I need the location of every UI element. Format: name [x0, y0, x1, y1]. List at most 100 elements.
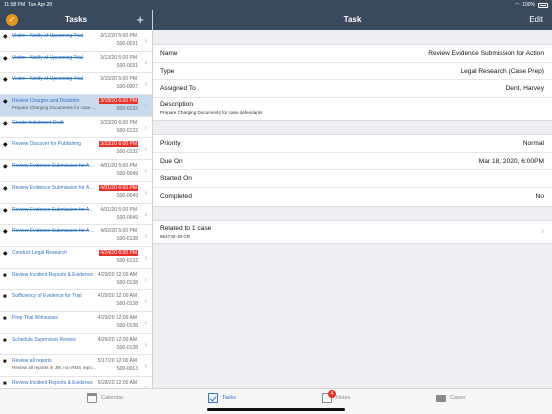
diamond-bullet-icon: ◆	[3, 77, 8, 84]
related-case-row[interactable]: Related to 1 case 564732-18-CR ›	[153, 221, 552, 243]
task-row[interactable]: ■ Sufficiency of Evidence for Trial 4/29/2…	[0, 290, 152, 312]
task-due-date: 3/12/20 5:00 PM	[100, 33, 137, 39]
task-list[interactable]: ◆ Victim - Notify of Upcoming Trial 3/12/2…	[0, 30, 152, 388]
task-subtitle: Prepare Charging Documents for case d...	[12, 104, 98, 110]
task-case-code: S00-0138	[116, 344, 138, 351]
task-title: Sufficiency of Evidence for Trial	[12, 293, 82, 300]
task-title: Victim - Notify of Upcoming Trial	[12, 33, 84, 39]
diamond-bullet-icon: ◆	[3, 55, 8, 62]
task-due-date: 4/29/20 12:00 AM	[97, 336, 137, 343]
task-row[interactable]: ■ Prep Trial Witnesses 4/29/20 12:00 AM S00…	[0, 311, 152, 334]
task-row[interactable]: ◆ Review Evidence Submission for Action 4/…	[0, 160, 152, 182]
task-row[interactable]: ◆ Create Indictment Draft 3/23/20 6:00 PM S…	[0, 116, 152, 139]
task-row[interactable]: ◆ Victim - Notify of Upcoming Trial 3/13/2…	[0, 51, 152, 74]
task-due-date: 3/23/20 6:00 PM	[100, 119, 137, 126]
name-value: Review Evidence Submission for Action	[428, 50, 544, 57]
square-bullet-icon: ■	[3, 294, 7, 301]
task-row[interactable]: ◆ Victim - Notify of Upcoming Trial 3/15/2…	[0, 73, 152, 96]
assigned-to-value: Dent, Harvey	[505, 85, 544, 93]
task-due-date: 3/23/20 6:00 PM	[99, 141, 138, 148]
diamond-bullet-icon: ◆	[3, 164, 8, 171]
tab-tasks[interactable]: Tasks	[208, 393, 236, 403]
square-bullet-icon: ■	[3, 359, 7, 366]
tab-cases[interactable]: Cases	[436, 393, 466, 402]
chevron-right-icon: ›	[144, 339, 147, 349]
completed-value: No	[535, 193, 544, 201]
task-due-date: 4/29/20 12:00 AM	[97, 293, 137, 300]
diamond-bullet-icon: ◆	[3, 99, 8, 106]
tasks-nav-bar: ✓ Tasks +	[0, 10, 152, 30]
task-due-date: 3/15/20 5:00 PM	[100, 76, 137, 83]
task-due-date: 3/13/20 5:00 PM	[100, 54, 137, 61]
task-title: Schedule Supervisor Review	[12, 336, 76, 343]
task-title: Review Charges and Dictation	[12, 98, 80, 105]
task-due-date: 3/18/20 6:00 PM	[99, 98, 138, 105]
task-row[interactable]: ◆ Review Charges and Dictation Prepare Cha…	[0, 95, 152, 117]
task-title: Victim - Notify of Upcoming Trial	[12, 76, 84, 83]
task-row[interactable]: ◆ Review Discover for Publishing 3/23/20 6…	[0, 138, 152, 161]
task-due-date: 4/29/20 12:00 AM	[97, 271, 137, 278]
edit-button[interactable]: Edit	[529, 15, 543, 24]
chevron-right-icon: ›	[144, 187, 147, 197]
tab-calendar[interactable]: Calendar	[87, 393, 123, 403]
chevron-right-icon: ›	[144, 166, 147, 176]
task-row[interactable]: ■ Schedule Supervisor Review 4/29/20 12:00…	[0, 333, 152, 356]
description-value: Prepare Charging Documents for case defe…	[160, 110, 263, 116]
task-case-code: S00-0132	[116, 257, 138, 264]
task-row[interactable]: ◆ Conduct Legal Research 4/24/20 6:00 PM S0…	[0, 246, 152, 269]
task-due-date: 5/17/20 12:00 AM	[97, 358, 137, 365]
notes-badge: 4	[328, 390, 336, 398]
task-due-date: 4/01/20 5:00 PM	[100, 163, 137, 170]
task-title: Victim - Notify of Upcoming Trial	[12, 54, 84, 61]
tab-notes[interactable]: 4 Notes	[322, 390, 350, 403]
status-bar: 11:58 PM Tue Apr 28 ◠ 100%	[0, 0, 552, 10]
diamond-bullet-icon: ◆	[3, 120, 8, 127]
chevron-right-icon: ›	[144, 79, 147, 89]
task-title: Task	[343, 15, 362, 24]
square-bullet-icon: ■	[3, 272, 7, 279]
task-title: Review Incident Reports & Evidence	[12, 380, 93, 386]
task-case-code: S00-0132	[116, 106, 138, 113]
task-case-code: S00-0049	[116, 192, 138, 199]
status-time: 11:58 PM Tue Apr 28	[4, 2, 53, 8]
task-detail-nav-bar: Task Edit	[153, 10, 552, 30]
task-due-date: 4/02/20 5:00 PM	[100, 228, 137, 235]
task-title: Prep Trial Witnesses	[12, 314, 58, 321]
type-value: Legal Research (Case Prep)	[460, 67, 544, 75]
due-on-value: Mar 18, 2020, 6:00PM	[478, 157, 544, 165]
task-case-code: S00-0049	[116, 214, 138, 221]
name-field: Name Review Evidence Submission for Acti…	[153, 45, 552, 63]
square-bullet-icon: ■	[3, 315, 7, 322]
notes-icon: 4	[322, 390, 336, 403]
task-title: Review Evidence Submission for Action	[12, 184, 95, 191]
add-task-button[interactable]: +	[136, 12, 144, 27]
task-detail-panel: Name Review Evidence Submission for Acti…	[153, 30, 552, 388]
diamond-bullet-icon: ◆	[3, 207, 8, 214]
chevron-right-icon: ›	[144, 231, 147, 241]
task-case-code: S00-0138	[116, 322, 138, 329]
task-row[interactable]: ◆ Review Evidence Submission for Action 4/…	[0, 181, 152, 204]
task-subtitle: Review all reports in JM, run RMS report…	[12, 364, 98, 370]
chevron-right-icon: ›	[144, 252, 147, 262]
chevron-right-icon: ›	[144, 36, 147, 45]
task-title: Conduct Legal Research	[12, 249, 68, 256]
diamond-bullet-icon: ◆	[3, 250, 8, 257]
task-due-date: 5/28/20 12:00 AM	[97, 380, 137, 386]
square-bullet-icon: ■	[3, 381, 7, 387]
task-row[interactable]: ◆ Review Evidence Submission for Action 4/…	[0, 225, 152, 247]
calendar-icon	[87, 393, 97, 403]
started-on-field: Started On	[153, 170, 552, 189]
task-row[interactable]: ■ Review Incident Reports & Evidence 5/28/…	[0, 377, 152, 388]
task-case-code: S00-0132	[116, 127, 138, 134]
task-case-code: S00-0031	[116, 62, 138, 69]
task-row[interactable]: ■ Review all reports Review all reports in…	[0, 355, 152, 377]
task-row[interactable]: ◆ Victim - Notify of Upcoming Trial 3/12/2…	[0, 30, 152, 52]
task-info-section: Name Review Evidence Submission for Acti…	[153, 44, 552, 122]
task-case-code: S00-0013	[116, 366, 138, 373]
task-row[interactable]: ◆ Review Evidence Submission for Action 4/…	[0, 203, 152, 226]
chevron-right-icon: ›	[144, 57, 147, 67]
chevron-right-icon: ›	[144, 144, 147, 154]
task-case-code: S00-0138	[116, 279, 138, 286]
task-case-code: S00-0031	[116, 41, 138, 47]
task-row[interactable]: ■ Review Incident Reports & Evidence 4/29/…	[0, 268, 152, 291]
